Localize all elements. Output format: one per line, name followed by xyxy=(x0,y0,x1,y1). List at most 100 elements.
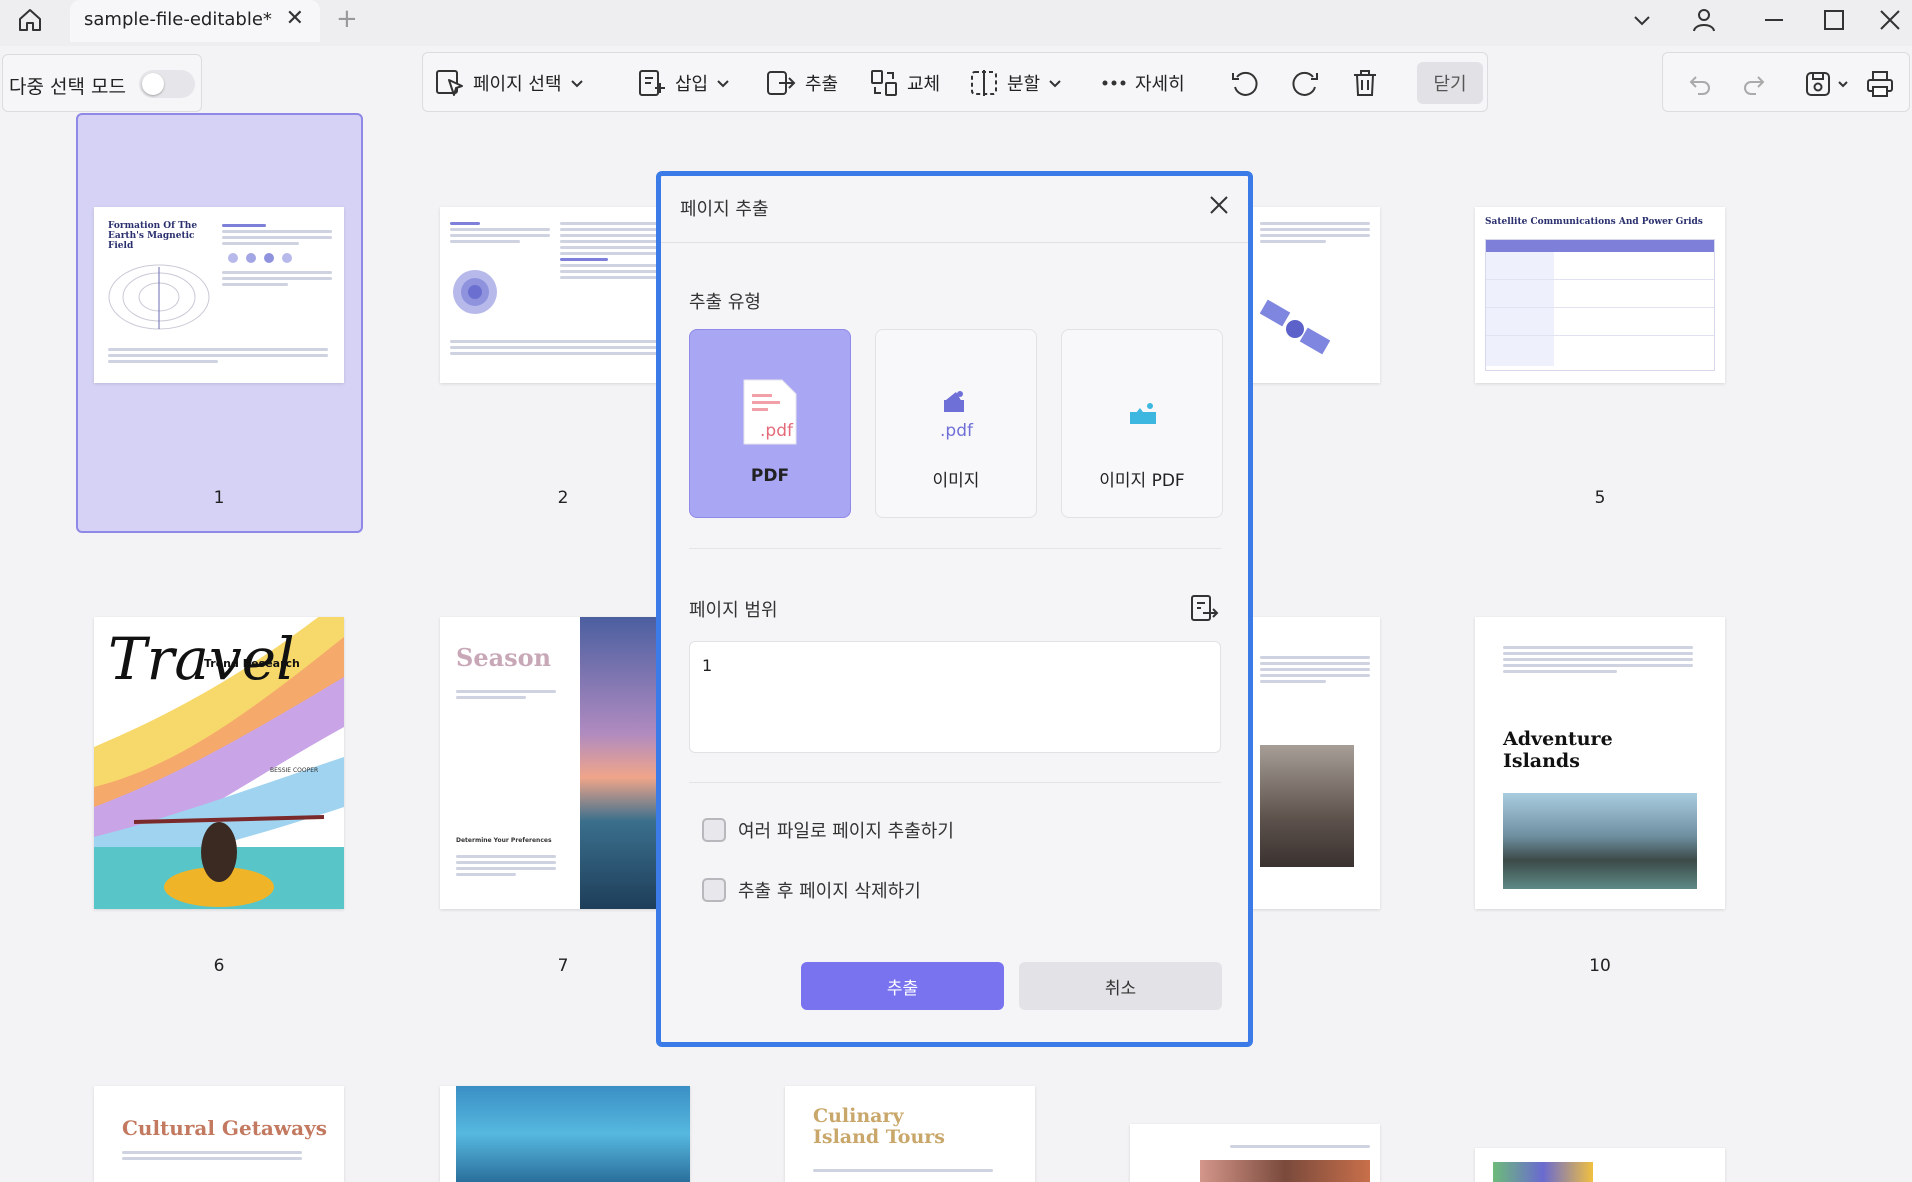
page-thumbnail-1[interactable]: Formation Of The Earth's Magnetic Field xyxy=(94,207,344,383)
extract-to-multiple-files-option[interactable]: 여러 파일로 페이지 추출하기 xyxy=(702,817,954,843)
page-6-author: BESSIE COOPER xyxy=(270,767,319,774)
page-thumbnail-11[interactable]: Cultural Getaways xyxy=(94,1086,344,1182)
replace-button[interactable]: 교체 xyxy=(869,65,940,101)
document-tab[interactable]: sample-file-editable* ✕ xyxy=(70,0,320,42)
page-4-text xyxy=(1260,219,1370,246)
page-11-title: Cultural Getaways xyxy=(122,1116,327,1140)
close-toolbar-button[interactable]: 닫기 xyxy=(1417,62,1483,104)
page-7-title: Season xyxy=(456,643,552,672)
more-button[interactable]: 자세히 xyxy=(1101,65,1185,101)
type-label-pdf: PDF xyxy=(750,466,790,486)
page-10-text xyxy=(1503,643,1693,676)
page-range-picker-icon[interactable] xyxy=(1187,591,1221,625)
page-range-label: 페이지 범위 xyxy=(689,600,778,621)
maximize-icon[interactable] xyxy=(1812,2,1856,38)
image-pdf-icon xyxy=(1130,403,1156,424)
cancel-button[interactable]: 취소 xyxy=(1019,962,1222,1010)
extract-button[interactable]: 추출 xyxy=(765,65,838,101)
divider xyxy=(661,242,1248,243)
page-number-1: 1 xyxy=(213,488,225,508)
title-bar: sample-file-editable* ✕ + xyxy=(0,0,1912,46)
chevron-down-icon xyxy=(570,80,583,88)
chevron-down-icon xyxy=(1049,80,1061,88)
page-thumbnail-5[interactable]: Satellite Communications And Power Grids xyxy=(1475,207,1725,383)
close-icon[interactable] xyxy=(1204,190,1234,220)
type-option-image-pdf[interactable]: 이미지 PDF xyxy=(1061,329,1223,518)
split-page-icon xyxy=(971,70,997,96)
more-dots-icon xyxy=(1102,80,1126,86)
chevron-down-icon[interactable] xyxy=(1620,2,1664,38)
type-option-image[interactable]: .pdf 이미지 xyxy=(875,329,1037,518)
split-button[interactable]: 분할 xyxy=(969,65,1062,101)
redo-icon[interactable] xyxy=(1737,67,1771,101)
svg-text:.pdf: .pdf xyxy=(940,421,974,441)
new-tab-icon[interactable]: + xyxy=(336,4,358,34)
pdf-ext-text: .pdf xyxy=(760,421,794,441)
user-account-icon[interactable] xyxy=(1682,2,1726,38)
toggle-knob xyxy=(142,73,164,95)
save-options-chevron-icon[interactable] xyxy=(1833,67,1853,101)
undo-icon[interactable] xyxy=(1683,67,1717,101)
page-number-10: 10 xyxy=(1589,956,1611,976)
save-icon[interactable] xyxy=(1801,67,1835,101)
satellite-illustration xyxy=(1260,299,1330,355)
page-thumbnail-7[interactable]: Season Determine Your Preferences xyxy=(440,617,690,909)
delete-trash-icon[interactable] xyxy=(1351,65,1379,101)
minimize-icon[interactable] xyxy=(1752,2,1796,38)
page-number-6: 6 xyxy=(213,956,225,976)
extract-pages-dialog: 페이지 추출 추출 유형 .pdf PDF .pdf 이미지 이미지 PDF 페… xyxy=(656,171,1253,1047)
type-label-image-pdf: 이미지 PDF xyxy=(1099,471,1185,491)
multi-select-toggle[interactable] xyxy=(139,70,195,98)
type-option-pdf[interactable]: .pdf PDF xyxy=(689,329,851,518)
page-thumbnail-6[interactable]: Travel Trend Research BESSIE COOPER xyxy=(94,617,344,909)
page-number-2: 2 xyxy=(557,488,569,508)
page-select-label: 페이지 선택 xyxy=(473,74,562,95)
rotate-left-icon[interactable] xyxy=(1229,65,1261,101)
page-thumbnail-12[interactable] xyxy=(440,1086,690,1182)
page-1-footer-lines xyxy=(108,345,328,366)
page-2-text-left xyxy=(450,219,550,246)
page-thumbnail-13[interactable]: Culinary Island Tours xyxy=(785,1086,1035,1182)
insert-label: 삽입 xyxy=(675,74,709,95)
dialog-title: 페이지 추출 xyxy=(680,199,769,220)
page-select-button[interactable]: 페이지 선택 xyxy=(435,65,584,101)
page-12-diver-photo xyxy=(456,1086,690,1182)
page-thumbnail-14[interactable] xyxy=(1130,1124,1380,1182)
page-5-title: Satellite Communications And Power Grids xyxy=(1485,217,1703,227)
page-2-footer-lines xyxy=(450,337,680,358)
window-close-icon[interactable] xyxy=(1872,2,1908,38)
insert-page-icon xyxy=(639,70,665,96)
rotate-right-icon[interactable] xyxy=(1289,65,1321,101)
page-7-body-lines xyxy=(456,852,556,879)
type-label-image: 이미지 xyxy=(932,471,980,491)
delete-after-extract-option[interactable]: 추출 후 페이지 삭제하기 xyxy=(702,877,921,903)
page-thumbnail-15[interactable] xyxy=(1475,1148,1725,1182)
image-file-icon: .pdf xyxy=(940,391,974,441)
multi-files-checkbox[interactable] xyxy=(702,818,726,842)
pdf-file-icon: .pdf xyxy=(743,379,797,445)
page-6-subtitle: Trend Research xyxy=(204,657,300,670)
extract-page-icon xyxy=(767,71,796,95)
tab-title: sample-file-editable* xyxy=(84,9,272,30)
magnetic-field-illustration xyxy=(108,264,210,330)
page-13-title: Culinary Island Tours xyxy=(813,1105,945,1148)
divider xyxy=(689,782,1221,783)
page-14-photo xyxy=(1200,1160,1370,1182)
page-thumbnail-2[interactable] xyxy=(440,207,690,383)
page-9-photo xyxy=(1260,745,1354,867)
page-7-subtitle: Determine Your Preferences xyxy=(456,837,552,844)
more-label: 자세히 xyxy=(1135,74,1185,95)
page-thumbnail-10[interactable]: Adventure Islands xyxy=(1475,617,1725,909)
cursor-select-icon xyxy=(436,70,463,96)
page-range-input[interactable]: 1 xyxy=(689,641,1221,753)
replace-label: 교체 xyxy=(907,74,941,95)
delete-after-label: 추출 후 페이지 삭제하기 xyxy=(738,881,921,902)
insert-button[interactable]: 삽입 xyxy=(637,65,730,101)
delete-after-checkbox[interactable] xyxy=(702,878,726,902)
print-icon[interactable] xyxy=(1863,67,1897,101)
close-tab-icon[interactable]: ✕ xyxy=(286,6,304,31)
split-label: 분할 xyxy=(1007,74,1041,95)
page-13-lines xyxy=(813,1166,993,1175)
extract-button[interactable]: 추출 xyxy=(801,962,1004,1010)
home-icon[interactable] xyxy=(14,4,46,36)
